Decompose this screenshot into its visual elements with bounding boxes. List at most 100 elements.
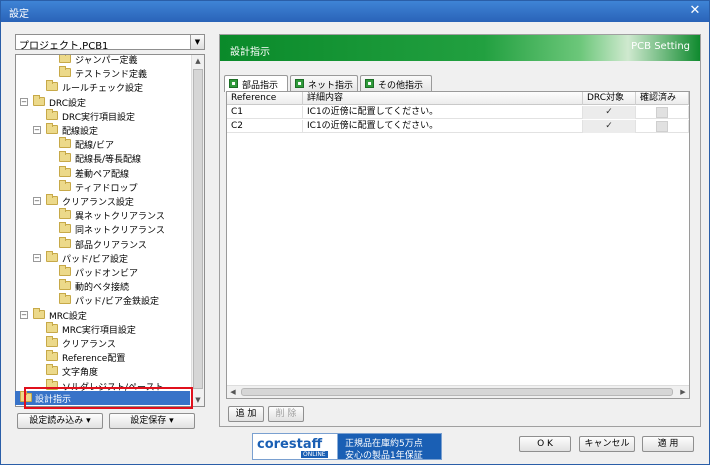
tree-item-label: 配線設定 xyxy=(62,127,99,137)
ok-button[interactable]: O K xyxy=(519,436,571,452)
project-select[interactable]: プロジェクト.PCB1 ▼ xyxy=(15,34,205,52)
folder-icon xyxy=(59,265,71,276)
folder-icon xyxy=(46,364,58,376)
tree-item[interactable]: 文字角度 xyxy=(16,364,192,378)
cancel-button[interactable]: キャンセル xyxy=(579,436,635,452)
header-detail[interactable]: 詳細内容 xyxy=(303,92,583,105)
chevron-down-icon[interactable]: ▼ xyxy=(190,35,204,49)
tab-net-instructions[interactable]: ▪ ネット指示 xyxy=(290,75,358,91)
header-drc[interactable]: DRC対象 xyxy=(583,92,636,105)
ad-logo: corestaff xyxy=(257,437,323,452)
tree-item[interactable]: パッドオンビア xyxy=(16,265,192,279)
tree-item[interactable]: DRC実行項目設定 xyxy=(16,108,192,123)
confirmed-checkbox[interactable] xyxy=(636,106,689,119)
highlight-annotation xyxy=(24,387,193,409)
grid-header: Reference 詳細内容 DRC対象 確認済み xyxy=(227,92,689,105)
design-instruction-panel: 設計指示 PCB Setting ▪ 部品指示 ▪ ネット指示 ▪ その他指示 … xyxy=(219,34,701,427)
folder-icon xyxy=(46,108,58,120)
add-button[interactable]: 追 加 xyxy=(228,406,264,422)
tab-label: 部品指示 xyxy=(242,81,279,91)
collapse-icon[interactable]: − xyxy=(33,197,41,205)
folder-icon xyxy=(59,66,71,78)
checkbox-disabled xyxy=(656,107,668,118)
tree-item[interactable]: 配線/ビア xyxy=(16,137,192,151)
tree-item[interactable]: 配線長/等長配線 xyxy=(16,151,192,165)
tree-item[interactable]: ティアドロップ xyxy=(16,179,192,194)
grid-horizontal-scrollbar[interactable]: ◀ ▶ xyxy=(227,385,689,398)
settings-tree: ジャンパー定義 テストランド定義 ルールチェック設定 − DRC設定 DRC実行項目設定 −… xyxy=(15,54,205,407)
folder-icon xyxy=(59,179,71,191)
instruction-grid: Reference 詳細内容 DRC対象 確認済み C1 IC1の近傍に配置して… xyxy=(226,91,690,399)
cell-detail[interactable]: IC1の近傍に配置してください。 xyxy=(303,120,583,133)
scroll-left-icon[interactable]: ◀ xyxy=(227,386,239,398)
tree-item-label: MRC実行項目設定 xyxy=(62,325,136,336)
scroll-right-icon[interactable]: ▶ xyxy=(677,386,689,398)
tab-icon: ▪ xyxy=(229,79,238,88)
scroll-up-icon[interactable]: ▲ xyxy=(192,55,204,67)
scroll-down-icon[interactable]: ▼ xyxy=(192,394,204,406)
tree-item[interactable]: 動的ベタ接続 xyxy=(16,279,192,293)
collapse-icon[interactable]: − xyxy=(20,310,28,319)
tree-item[interactable]: ルールチェック設定 xyxy=(16,80,192,94)
scroll-thumb[interactable] xyxy=(241,388,673,396)
tree-item-label: ルールチェック設定 xyxy=(62,84,144,95)
tree-item[interactable]: − クリアランス設定 xyxy=(16,194,192,208)
scroll-thumb[interactable] xyxy=(193,69,203,389)
load-settings-button[interactable]: 設定読み込み ▾ xyxy=(17,413,103,429)
folder-icon xyxy=(46,321,58,333)
tree-item[interactable]: MRC実行項目設定 xyxy=(16,321,192,336)
tree-item[interactable]: 差動ペア配線 xyxy=(16,165,192,180)
ad-line2: 安心の製品1年保証 xyxy=(345,451,423,461)
tree-item[interactable]: ジャンパー定義 xyxy=(16,55,192,66)
tree-item[interactable]: − 配線設定 xyxy=(16,123,192,137)
tab-other-instructions[interactable]: ▪ その他指示 xyxy=(360,75,432,91)
tree-item-label: MRC設定 xyxy=(49,311,87,322)
folder-icon xyxy=(33,307,45,319)
confirmed-checkbox[interactable] xyxy=(636,120,689,133)
folder-icon xyxy=(59,151,71,163)
folder-icon xyxy=(59,208,71,220)
save-settings-button[interactable]: 設定保存 ▾ xyxy=(109,413,195,429)
tree-item[interactable]: 異ネットクリアランス xyxy=(16,208,192,222)
settings-window: 設定 ✕ プロジェクト.PCB1 ▼ ジャンパー定義テストランド定義ルールチェッ… xyxy=(0,0,710,465)
tree-item[interactable]: − DRC設定 xyxy=(16,94,192,109)
collapse-icon[interactable]: − xyxy=(33,253,41,262)
checkbox-disabled xyxy=(656,121,668,132)
tree-item[interactable]: − MRC設定 xyxy=(16,307,192,322)
tree-list: ジャンパー定義 テストランド定義 ルールチェック設定 − DRC設定 DRC実行項目設定 −… xyxy=(16,55,192,406)
tree-item-label: テストランド定義 xyxy=(75,70,148,81)
cell-reference[interactable]: C1 xyxy=(227,106,303,119)
table-row[interactable]: C1 IC1の近傍に配置してください。 ✓ xyxy=(227,106,689,119)
tree-item[interactable]: 同ネットクリアランス xyxy=(16,222,192,236)
tree-item[interactable]: − パッド/ビア設定 xyxy=(16,250,192,265)
title-bar: 設定 ✕ xyxy=(1,1,709,22)
collapse-icon[interactable]: − xyxy=(20,97,28,106)
folder-icon xyxy=(46,123,58,134)
tree-item[interactable]: テストランド定義 xyxy=(16,66,192,80)
folder-icon xyxy=(46,336,58,347)
corestaff-ad-banner[interactable]: corestaff ONLINE 正規品在庫約5万点 安心の製品1年保証 xyxy=(252,433,442,461)
drc-checkbox[interactable]: ✓ xyxy=(583,106,636,119)
window-title: 設定 xyxy=(9,9,29,20)
cell-reference[interactable]: C2 xyxy=(227,120,303,133)
header-reference[interactable]: Reference xyxy=(227,92,303,105)
close-button[interactable]: ✕ xyxy=(685,3,705,19)
drc-checkbox[interactable]: ✓ xyxy=(583,120,636,133)
cell-detail[interactable]: IC1の近傍に配置してください。 xyxy=(303,106,583,119)
tree-item-label: 文字角度 xyxy=(62,368,99,379)
tree-item-label: パッド/ビア設定 xyxy=(62,254,129,265)
tree-item-label: 配線長/等長配線 xyxy=(75,155,142,166)
tree-item-label: パッド/ビア金鉄設定 xyxy=(75,297,160,308)
tree-scrollbar[interactable]: ▲ ▼ xyxy=(191,55,204,406)
collapse-icon[interactable]: − xyxy=(33,126,41,134)
close-icon: ✕ xyxy=(689,3,701,18)
apply-button[interactable]: 適 用 xyxy=(642,436,694,452)
tree-item[interactable]: 部品クリアランス xyxy=(16,236,192,251)
folder-icon xyxy=(59,222,71,234)
tree-item[interactable]: Reference配置 xyxy=(16,350,192,364)
tab-component-instructions[interactable]: ▪ 部品指示 xyxy=(224,75,288,92)
header-confirmed[interactable]: 確認済み xyxy=(636,92,689,105)
tree-item[interactable]: パッド/ビア金鉄設定 xyxy=(16,293,192,307)
tree-item[interactable]: クリアランス xyxy=(16,336,192,350)
table-row[interactable]: C2 IC1の近傍に配置してください。 ✓ xyxy=(227,120,689,133)
